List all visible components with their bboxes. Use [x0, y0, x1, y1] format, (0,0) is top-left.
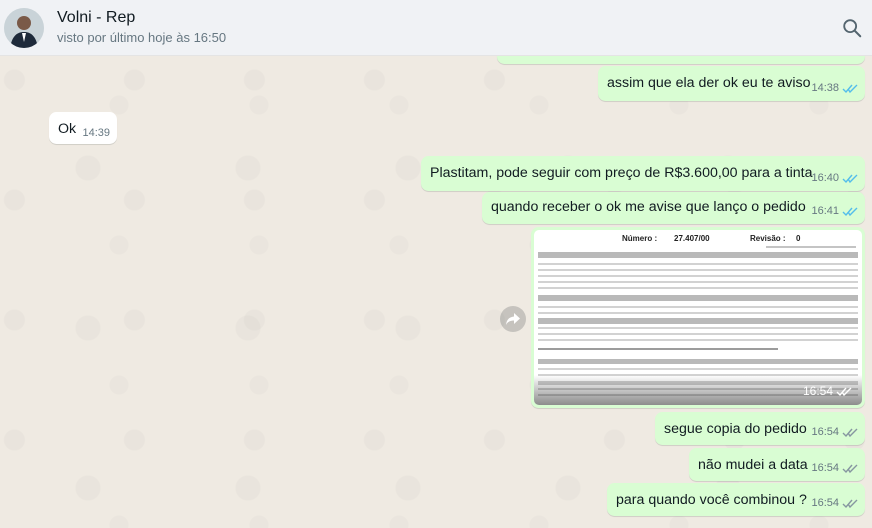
- message-time: 16:54: [802, 384, 833, 398]
- doc-revisao-label: Revisão :: [750, 234, 786, 243]
- message-bubble[interactable]: quando receber o ok me avise que lanço o…: [482, 192, 865, 224]
- message-text: segue copia do pedido: [664, 421, 807, 437]
- message-bubble[interactable]: para quando você combinou ? 16:54: [607, 483, 865, 516]
- message-meta: 14:38: [811, 81, 858, 95]
- message-time: 14:39: [82, 127, 110, 139]
- doc-revisao-value: 0: [796, 234, 801, 243]
- delivered-tick-icon: [842, 464, 858, 473]
- message-meta: 16:41: [811, 204, 858, 218]
- contact-last-seen: visto por último hoje às 16:50: [57, 29, 227, 45]
- message-meta: 16:40: [811, 171, 858, 185]
- avatar[interactable]: [4, 7, 44, 48]
- message-meta: 16:54: [811, 496, 858, 510]
- message-list[interactable]: assim que ela der ok eu te aviso 14:38 O…: [0, 56, 872, 528]
- message-bubble[interactable]: Plastitam, pode seguir com preço de R$3.…: [421, 156, 865, 191]
- message-text: quando receber o ok me avise que lanço o…: [491, 199, 806, 215]
- message-meta: 14:39: [82, 126, 110, 140]
- delivered-tick-icon: [842, 428, 858, 437]
- delivered-tick-icon: [836, 387, 852, 396]
- message-meta: 16:54: [811, 461, 858, 475]
- message-bubble[interactable]: Ok 14:39: [49, 112, 117, 144]
- message-time: 16:54: [811, 497, 839, 509]
- message-meta: 16:54: [811, 425, 858, 439]
- contact-info[interactable]: Volni - Rep visto por último hoje às 16:…: [57, 8, 226, 48]
- message-time: 14:38: [811, 82, 839, 94]
- doc-numero-value: 27.407/00: [674, 234, 710, 243]
- delivered-tick-icon: [842, 499, 858, 508]
- message-time: 16:54: [811, 426, 839, 438]
- read-tick-icon: [842, 207, 858, 216]
- message-bubble[interactable]: assim que ela der ok eu te aviso 14:38: [598, 66, 865, 101]
- message-bubble-partial[interactable]: [497, 56, 865, 64]
- message-text: Plastitam, pode seguir com preço de R$3.…: [430, 165, 813, 181]
- read-tick-icon: [842, 174, 858, 183]
- forward-icon[interactable]: [500, 306, 526, 332]
- message-text: não mudei a data: [698, 457, 808, 473]
- order-document-image[interactable]: Número : 27.407/00 Revisão : 0 16:54: [534, 230, 862, 405]
- message-text: assim que ela der ok eu te aviso: [607, 75, 811, 91]
- image-message[interactable]: Número : 27.407/00 Revisão : 0 16:54: [531, 227, 865, 408]
- message-text: para quando você combinou ?: [616, 492, 807, 508]
- chat-header[interactable]: Volni - Rep visto por último hoje às 16:…: [0, 0, 872, 56]
- message-time: 16:54: [811, 462, 839, 474]
- message-bubble[interactable]: não mudei a data 16:54: [689, 448, 865, 481]
- read-tick-icon: [842, 84, 858, 93]
- contact-name: Volni - Rep: [57, 8, 136, 26]
- message-meta: 16:54: [803, 384, 852, 398]
- message-text: Ok: [58, 121, 77, 137]
- message-bubble[interactable]: segue copia do pedido 16:54: [655, 412, 865, 445]
- message-time: 16:41: [811, 205, 839, 217]
- search-icon[interactable]: [838, 14, 866, 42]
- message-time: 16:40: [811, 172, 839, 184]
- doc-numero-label: Número :: [622, 234, 658, 243]
